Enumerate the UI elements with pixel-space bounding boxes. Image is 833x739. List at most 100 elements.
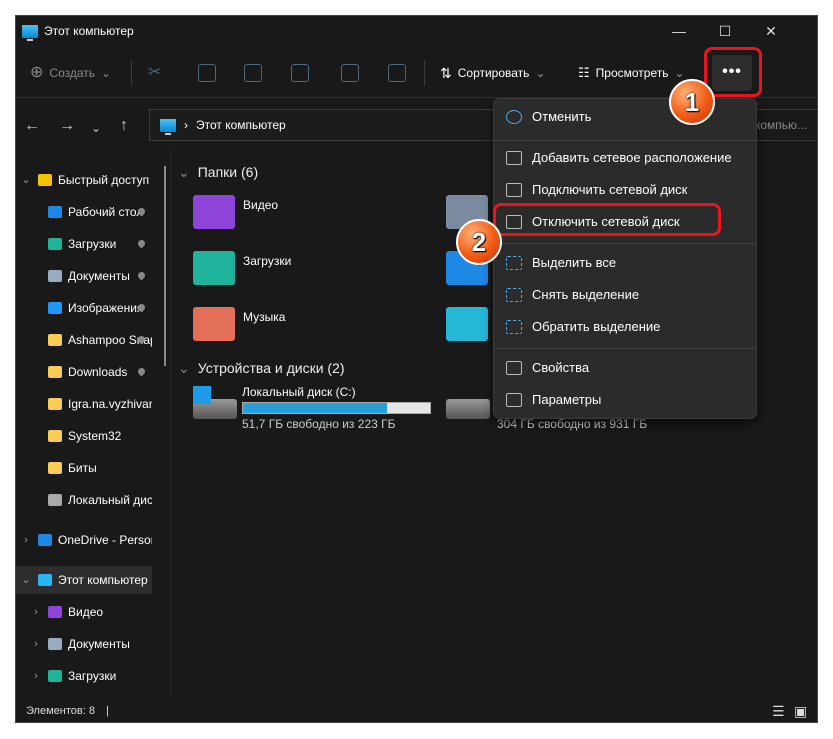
sidebar-item-label: Локальный диск xyxy=(68,493,152,507)
folder-icon xyxy=(48,398,62,410)
breadcrumb-this-pc[interactable]: Этот компьютер xyxy=(196,118,286,132)
windows-logo-icon xyxy=(193,386,211,404)
pane-divider[interactable] xyxy=(170,148,171,698)
sidebar-item-label: Биты xyxy=(68,461,97,475)
menu-item-label: Снять выделение xyxy=(532,287,640,303)
folder-label[interactable]: Загрузки xyxy=(243,254,291,269)
map-network-drive-icon xyxy=(506,183,522,197)
menu-item[interactable]: Снять выделение xyxy=(498,281,752,309)
back-button[interactable]: ← xyxy=(24,116,40,136)
invert-selection-icon xyxy=(506,320,522,334)
drive-free-space: 304 ГБ свободно из 931 ГБ xyxy=(497,417,648,431)
sidebar-item[interactable]: › Документы xyxy=(16,630,152,658)
drive-icon[interactable] xyxy=(446,399,490,419)
sidebar-item[interactable]: Изображения xyxy=(16,294,152,322)
desktop-folder-icon[interactable] xyxy=(446,307,488,341)
delete-button[interactable] xyxy=(388,60,406,86)
menu-item[interactable]: Подключить сетевой диск xyxy=(498,176,752,204)
up-button[interactable]: ↑ xyxy=(120,116,128,136)
sidebar-item[interactable]: ⌄ Этот компьютер xyxy=(16,566,152,594)
recent-locations-button[interactable]: ⌄ xyxy=(91,118,101,138)
sidebar-item[interactable]: › Загрузки xyxy=(16,662,152,690)
menu-item[interactable]: Выделить все xyxy=(498,249,752,277)
cut-button[interactable]: ✂ xyxy=(148,60,161,86)
menu-item[interactable]: Добавить сетевое расположение xyxy=(498,144,752,172)
sidebar-item[interactable]: Downloads xyxy=(16,358,152,386)
chevron-icon[interactable]: › xyxy=(20,526,32,554)
drive-free-space: 51,7 ГБ свободно из 223 ГБ xyxy=(242,417,396,431)
sidebar-item[interactable]: System32 xyxy=(16,422,152,450)
highlight-more-button xyxy=(704,47,762,97)
sidebar-item[interactable]: Документы xyxy=(16,262,152,290)
chevron-icon[interactable]: › xyxy=(30,662,42,690)
sidebar-scrollbar[interactable] xyxy=(164,166,166,366)
sidebar-item[interactable]: Биты xyxy=(16,454,152,482)
menu-item[interactable]: Обратить выделение xyxy=(498,313,752,341)
select-none-icon xyxy=(506,288,522,302)
sidebar-item[interactable]: ⌄ Быстрый доступ xyxy=(16,166,152,194)
computer-icon xyxy=(22,24,38,41)
close-button[interactable]: ✕ xyxy=(748,18,794,44)
music-folder-icon[interactable] xyxy=(193,307,235,341)
sidebar-item[interactable]: Ashampoo Snap xyxy=(16,326,152,354)
rename-button[interactable] xyxy=(291,60,309,86)
chevron-down-icon: ⌄ xyxy=(101,65,112,80)
menu-item-label: Обратить выделение xyxy=(532,319,661,335)
menu-item[interactable]: Параметры xyxy=(498,386,752,414)
document-icon xyxy=(48,638,62,650)
chevron-icon[interactable]: ⌄ xyxy=(20,166,32,194)
drive-icon xyxy=(48,494,62,506)
step-1-badge: 1 xyxy=(669,79,715,125)
copy-button[interactable] xyxy=(198,60,216,86)
folders-section-header[interactable]: ⌄ Папки (6) xyxy=(178,163,258,181)
folder-label[interactable]: Видео xyxy=(243,198,278,213)
pin-icon xyxy=(136,238,147,249)
menu-item-label: Подключить сетевой диск xyxy=(532,182,688,198)
sidebar-item[interactable]: Загрузки xyxy=(16,230,152,258)
sidebar-item[interactable]: Igra.na.vyzhivanie xyxy=(16,390,152,418)
video-icon xyxy=(48,606,62,618)
sidebar-item[interactable]: Локальный диск xyxy=(16,486,152,514)
chevron-icon[interactable]: › xyxy=(30,630,42,658)
details-view-button[interactable]: ☰ xyxy=(772,700,785,722)
sidebar-item-label: Загрузки xyxy=(68,237,117,251)
highlight-disconnect-item xyxy=(493,203,721,236)
share-button[interactable] xyxy=(341,60,359,86)
menu-item[interactable]: Свойства xyxy=(498,354,752,382)
chevron-icon[interactable]: › xyxy=(30,598,42,626)
breadcrumb-separator-icon: › xyxy=(184,117,188,132)
desktop-icon xyxy=(48,206,62,218)
drives-section-header[interactable]: ⌄ Устройства и диски (2) xyxy=(178,359,345,377)
tiles-view-button[interactable]: ▣ xyxy=(794,700,807,722)
chevron-icon[interactable]: ⌄ xyxy=(20,566,32,594)
create-button[interactable]: ⊕ Создать ⌄ xyxy=(30,60,111,86)
chevron-down-icon: ⌄ xyxy=(535,65,546,80)
menu-item-label: Свойства xyxy=(532,360,590,376)
downloads-folder-icon[interactable] xyxy=(193,251,235,285)
see-more-menu: Отменить Добавить сетевое расположение Под… xyxy=(493,98,757,419)
menu-item-label: Добавить сетевое расположение xyxy=(532,150,732,166)
view-list-icon: ☷ xyxy=(578,65,590,81)
item-count: Элементов: 8 xyxy=(26,705,95,717)
options-icon xyxy=(506,393,522,407)
sidebar-item-label: Этот компьютер xyxy=(58,573,148,587)
sort-button[interactable]: ⇅ Сортировать ⌄ xyxy=(440,60,546,86)
sidebar-item-label: System32 xyxy=(68,429,122,443)
paste-button[interactable] xyxy=(244,60,262,86)
minimize-button[interactable]: — xyxy=(656,18,702,44)
status-separator: | xyxy=(106,705,109,717)
menu-separator xyxy=(494,348,756,349)
sidebar-item[interactable]: Рабочий стол xyxy=(16,198,152,226)
forward-button[interactable]: → xyxy=(59,116,75,136)
sidebar-item-label: Рабочий стол xyxy=(68,205,144,219)
scissors-icon: ✂ xyxy=(148,64,162,82)
folder-icon xyxy=(48,430,62,442)
sidebar-item[interactable]: › OneDrive - Personal xyxy=(16,526,152,554)
view-button[interactable]: ☷ Просмотреть ⌄ xyxy=(578,60,685,86)
video-folder-icon[interactable] xyxy=(193,195,235,229)
sidebar-item[interactable]: › Видео xyxy=(16,598,152,626)
maximize-button[interactable]: ☐ xyxy=(702,18,748,44)
download-icon xyxy=(48,238,62,250)
drive-label[interactable]: Локальный диск (C:) xyxy=(242,385,356,400)
folder-label[interactable]: Музыка xyxy=(243,310,285,325)
